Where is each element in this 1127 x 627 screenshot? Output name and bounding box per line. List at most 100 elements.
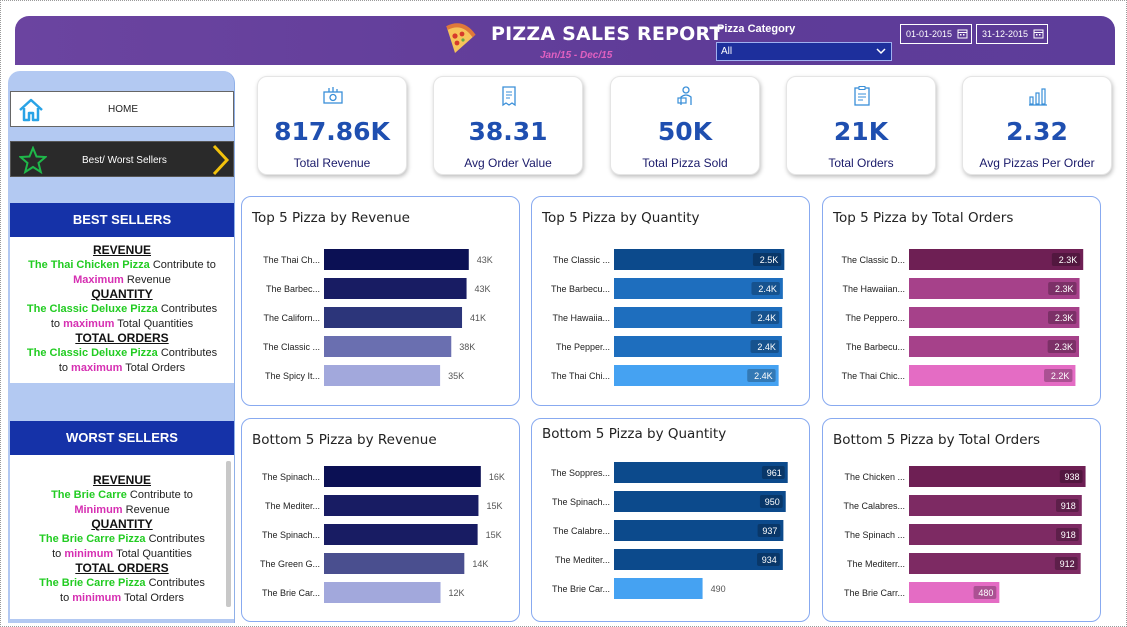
report-period: Jan/15 - Dec/15 <box>540 50 613 61</box>
pizza-category-label: Pizza Category <box>717 23 796 35</box>
worst-revenue-title: REVENUE <box>92 473 151 487</box>
bar <box>324 495 479 516</box>
worst-quantity-title: QUANTITY <box>91 517 153 531</box>
nav-best-worst-button[interactable]: Best/ Worst Sellers <box>10 141 234 177</box>
kpi-avg-order-value-label: Avg Order Value <box>464 156 552 170</box>
date-from-value: 01-01-2015 <box>906 29 953 39</box>
pizza-slice-icon <box>446 23 476 53</box>
category-label: The Brie Car... <box>552 584 610 594</box>
star-icon <box>19 146 47 174</box>
category-label: The Thai Chi... <box>551 371 610 381</box>
category-label: The Hawaiian... <box>842 284 905 294</box>
bar <box>909 524 1082 545</box>
chart-plot: The Classic D... 2.3K The Hawaiian... 2.3K T… <box>841 249 1084 386</box>
data-label: 2.3K <box>1059 255 1078 265</box>
category-label: The Classic D... <box>841 255 905 265</box>
category-label: The Californ... <box>263 313 320 323</box>
data-label: 918 <box>1061 530 1076 540</box>
date-to-input[interactable]: 31-12-2015 <box>976 24 1048 44</box>
chart-bottom5-quantity: Bottom 5 Pizza by Quantity The Soppres..… <box>531 418 810 622</box>
chart-plot: The Classic ... 2.5K The Barbecu... 2.4K The… <box>551 249 785 386</box>
bar <box>324 524 478 545</box>
kpi-total-orders: 21K Total Orders <box>786 76 936 175</box>
bar <box>324 249 469 270</box>
category-label: The Chicken ... <box>844 472 905 482</box>
kpi-total-pizza-sold-value: 50K <box>657 117 713 146</box>
data-label: 41K <box>470 313 486 323</box>
chevron-right-icon <box>212 144 230 176</box>
data-label: 15K <box>486 530 502 540</box>
best-revenue-line1: The Thai Chicken Pizza Contribute to <box>28 259 216 271</box>
best-sellers-heading: BEST SELLERS <box>10 203 234 237</box>
chart-plot: The Spinach... 16K The Mediter... 15K The Sp… <box>260 466 505 603</box>
home-icon <box>19 98 43 122</box>
date-from-input[interactable]: 01-01-2015 <box>900 24 972 44</box>
calendar-icon <box>1033 29 1044 39</box>
chevron-down-icon <box>876 48 886 55</box>
worst-sellers-scrollbar[interactable] <box>226 461 231 607</box>
chart-bottom5-revenue: Bottom 5 Pizza by Revenue The Spinach...… <box>241 418 520 622</box>
chart-plot: The Soppres... 961 The Spinach... 950 The Ca… <box>551 462 788 599</box>
bar <box>324 307 463 328</box>
delivery-icon <box>677 86 692 105</box>
nav-best-worst-label: Best/ Worst Sellers <box>82 155 167 166</box>
bar <box>324 278 467 299</box>
nav-home-button[interactable]: HOME <box>10 91 234 127</box>
bar <box>324 553 465 574</box>
sidebar: HOME Best/ Worst Sellers BEST SELLERS RE… <box>8 71 235 623</box>
data-label: 2.4K <box>754 371 773 381</box>
best-revenue-title: REVENUE <box>92 243 151 257</box>
data-label: 480 <box>978 588 993 598</box>
category-label: The Mediterr... <box>847 559 905 569</box>
category-label: The Spinach... <box>552 497 610 507</box>
chart-plot: The Chicken ... 938 The Calabres... 918 The … <box>843 466 1086 603</box>
worst-orders-line1: The Brie Carre Pizza Contributes <box>39 577 205 589</box>
category-label: The Hawaiia... <box>552 313 610 323</box>
best-orders-title: TOTAL ORDERS <box>75 331 169 345</box>
chart-plot: The Thai Ch... 43K The Barbec... 43K The Cal… <box>263 249 493 386</box>
best-orders-line2: to maximum Total Orders <box>58 361 186 374</box>
data-label: 2.5K <box>760 255 779 265</box>
category-label: The Classic ... <box>553 255 610 265</box>
category-label: The Barbecu... <box>846 342 905 352</box>
category-label: The Brie Carr... <box>844 588 905 598</box>
category-label: The Classic ... <box>263 342 320 352</box>
data-label: 2.3K <box>1055 342 1074 352</box>
data-label: 950 <box>765 497 780 507</box>
chart-top5-quantity: Top 5 Pizza by Quantity The Classic ... 2… <box>531 196 810 406</box>
chart-bottom5-orders: Bottom 5 Pizza by Total Orders The Chick… <box>822 418 1101 622</box>
category-label: The Green G... <box>260 559 320 569</box>
bar <box>324 365 441 386</box>
calendar-icon <box>957 29 968 39</box>
category-label: The Mediter... <box>555 555 610 565</box>
best-quantity-line2: to maximum Total Quantities <box>50 317 194 330</box>
category-label: The Pepper... <box>556 342 610 352</box>
clipboard-icon <box>854 86 870 106</box>
data-label: 43K <box>475 284 491 294</box>
kpi-total-orders-label: Total Orders <box>828 156 894 170</box>
category-label: The Spinach... <box>262 530 320 540</box>
category-label: The Peppero... <box>845 313 905 323</box>
category-label: The Brie Car... <box>262 588 320 598</box>
category-label: The Thai Ch... <box>263 255 320 265</box>
data-label: 490 <box>711 584 726 594</box>
bar <box>324 582 441 603</box>
data-label: 14K <box>472 559 488 569</box>
worst-sellers-summary: REVENUE The Brie Carre Contribute to Min… <box>10 455 234 619</box>
data-label: 2.4K <box>758 313 777 323</box>
chart-icon <box>1029 88 1047 106</box>
pizza-category-dropdown[interactable]: All <box>716 42 892 61</box>
worst-quantity-line2: to minimum Total Quantities <box>52 547 192 560</box>
bar <box>324 336 452 357</box>
category-label: The Soppres... <box>551 468 610 478</box>
kpi-avg-order-value-value: 38.31 <box>468 117 548 146</box>
data-label: 912 <box>1060 559 1075 569</box>
best-revenue-line2: Maximum Revenue <box>73 273 171 286</box>
data-label: 35K <box>448 371 464 381</box>
category-label: The Spinach ... <box>844 530 905 540</box>
worst-orders-line2: to minimum Total Orders <box>60 591 184 604</box>
kpi-avg-pizzas-per-order-value: 2.32 <box>1006 117 1068 146</box>
category-label: The Spicy It... <box>265 371 320 381</box>
data-label: 43K <box>477 255 493 265</box>
bar <box>614 578 703 599</box>
